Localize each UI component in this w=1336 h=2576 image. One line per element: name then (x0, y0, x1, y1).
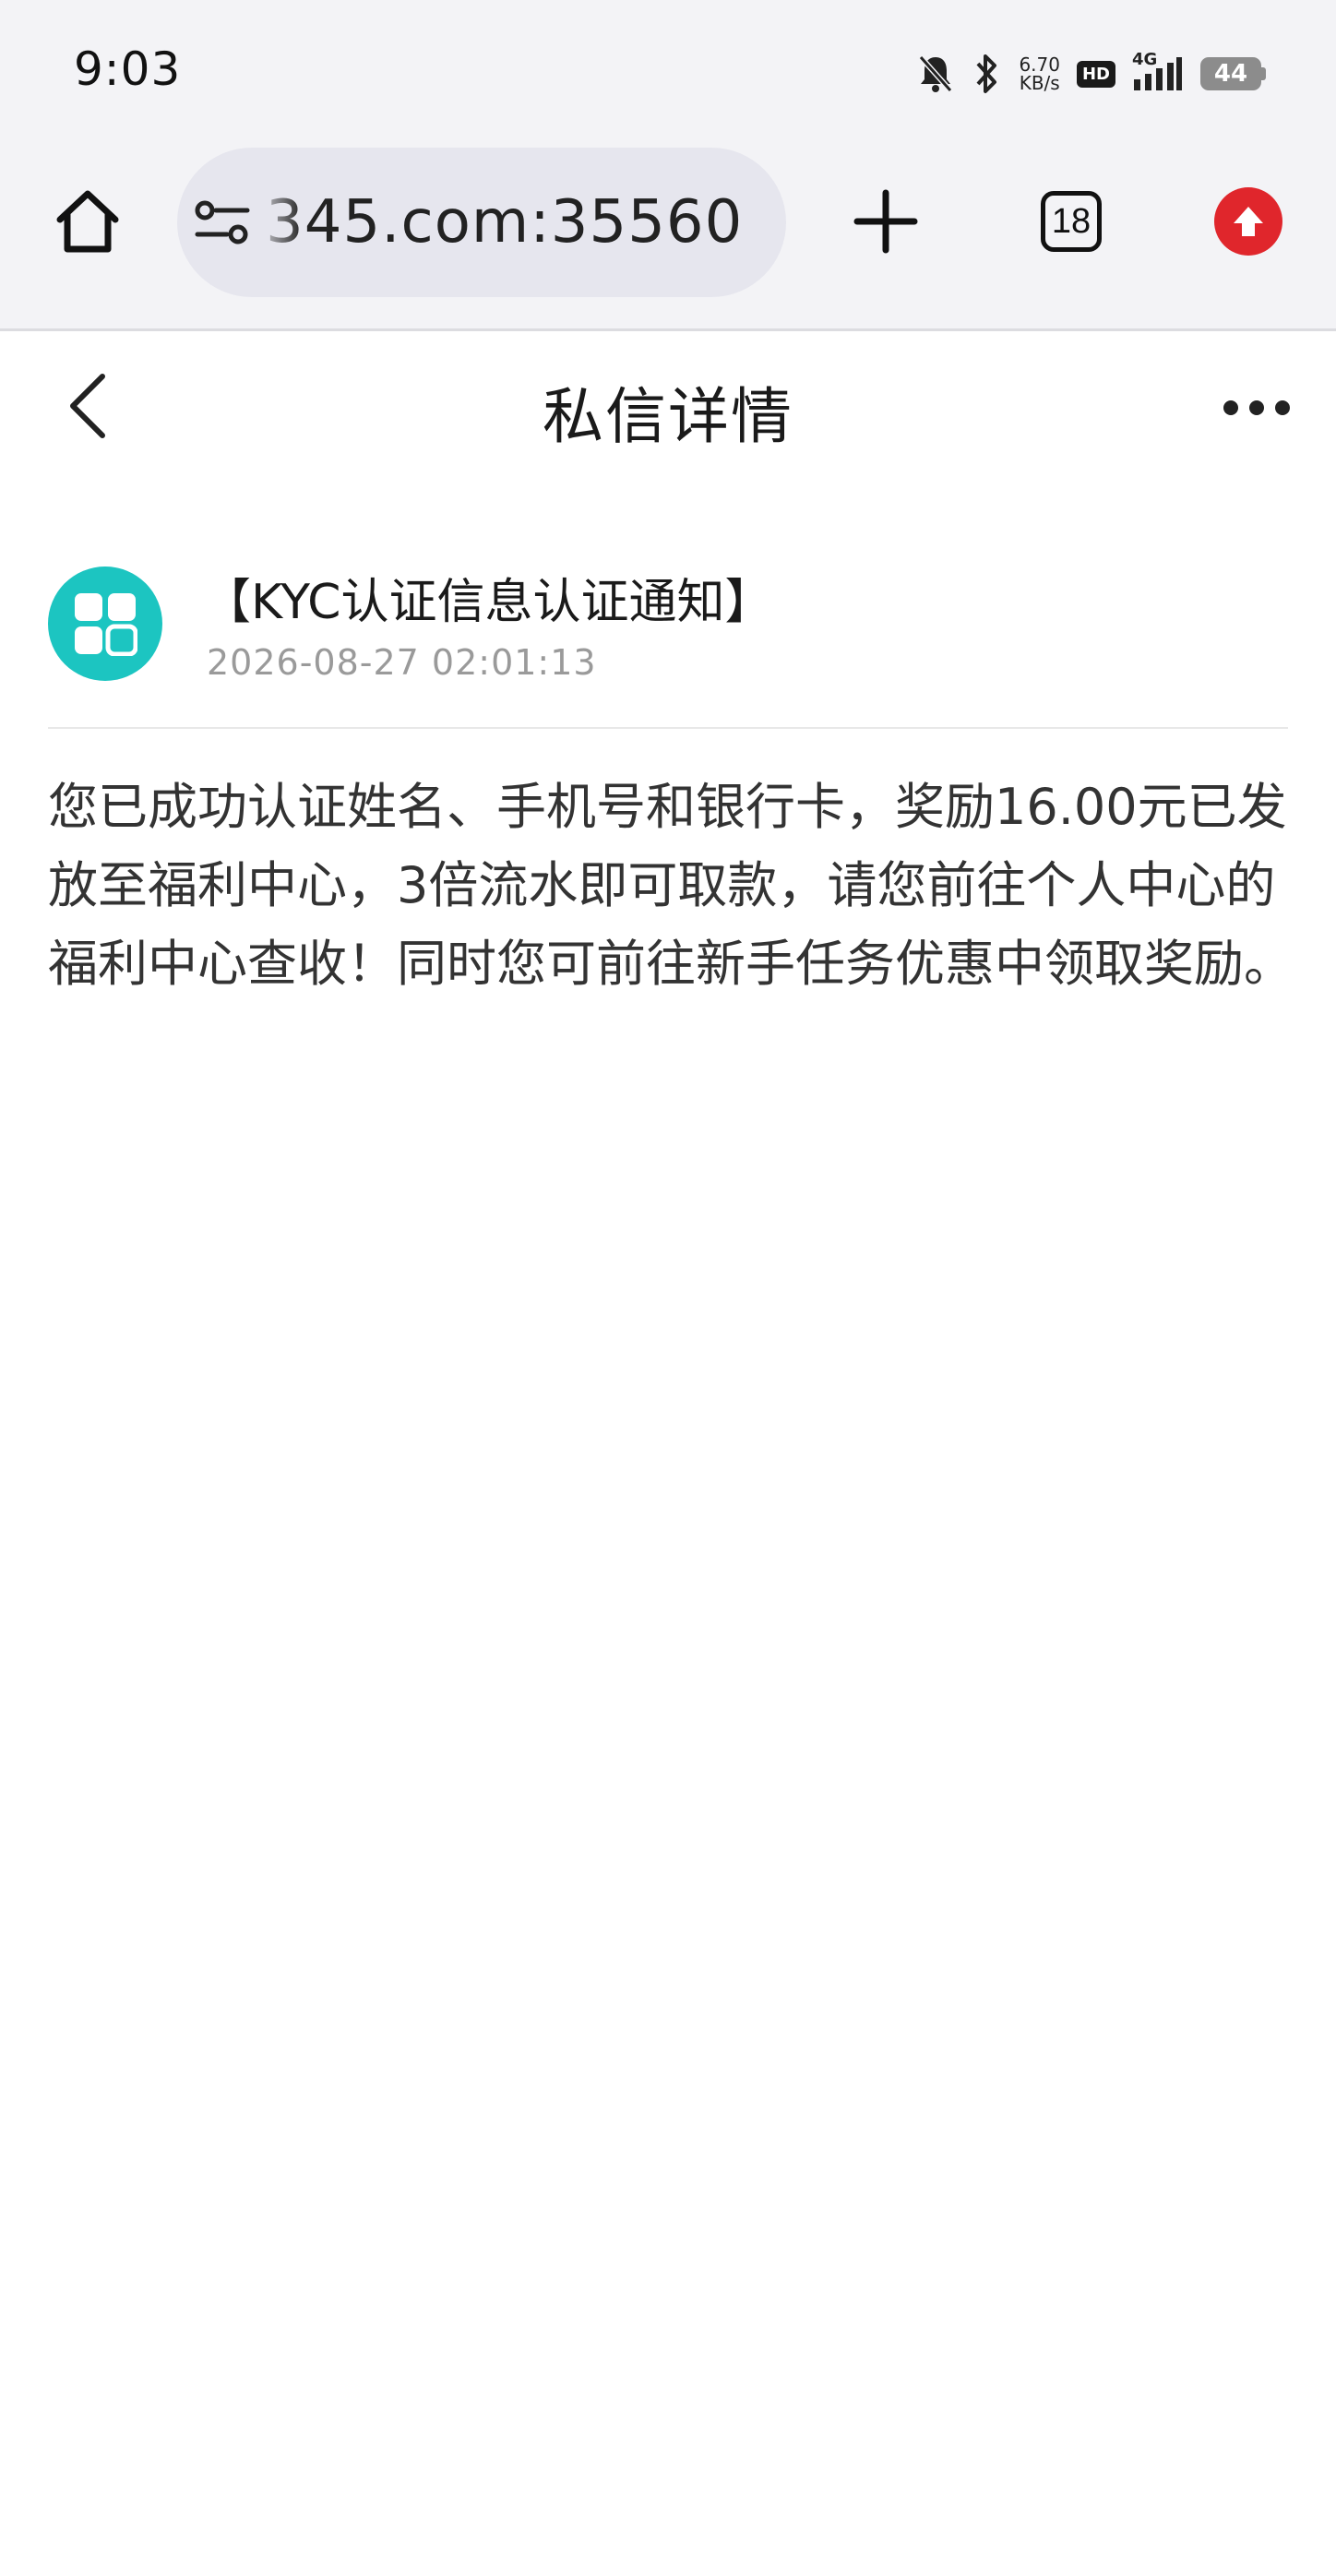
status-time: 9:03 (74, 42, 182, 96)
app-grid-icon (75, 593, 137, 656)
status-bar: 9:03 6.70 KB/s HD 4G 44 (0, 0, 1336, 138)
site-settings-icon[interactable] (177, 148, 266, 297)
page-header: 私信详情 (0, 334, 1336, 482)
mute-icon (917, 54, 954, 94)
tabs-button[interactable]: 18 (1020, 166, 1122, 277)
more-dots-icon (1223, 400, 1290, 415)
message-header: 【KYC认证信息认证通知】 2026-08-27 02:01:13 (48, 563, 1288, 729)
network-type: 4G (1132, 50, 1158, 69)
net-speed-unit: KB/s (1019, 72, 1060, 94)
more-button[interactable] (1211, 371, 1303, 445)
net-speed: 6.70 KB/s (1019, 55, 1060, 92)
new-tab-button[interactable] (835, 166, 936, 277)
hd-badge: HD (1076, 60, 1115, 88)
divider (48, 727, 1288, 729)
battery-icon: 44 (1200, 57, 1266, 90)
bluetooth-icon (971, 53, 1002, 95)
url-text[interactable]: 345.com:35560 (266, 188, 743, 256)
update-button[interactable] (1198, 166, 1299, 277)
tab-count: 18 (1041, 191, 1102, 252)
home-icon (56, 190, 119, 253)
browser-chrome: 9:03 6.70 KB/s HD 4G 44 345.com:35560 18 (0, 0, 1336, 331)
message-timestamp: 2026-08-27 02:01:13 (207, 642, 597, 683)
message-body: 您已成功认证姓名、手机号和银行卡，奖励16.00元已发放至福利中心，3倍流水即可… (48, 778, 1294, 993)
net-speed-value: 6.70 (1019, 54, 1060, 76)
address-bar[interactable]: 345.com:35560 (177, 148, 786, 297)
battery-level: 44 (1200, 57, 1261, 90)
plus-icon (853, 189, 918, 254)
upload-arrow-icon (1214, 187, 1282, 256)
signal-icon: 4G (1132, 50, 1184, 92)
home-button[interactable] (37, 166, 138, 277)
status-icons: 6.70 KB/s HD 4G 44 (917, 48, 1266, 100)
page-title: 私信详情 (543, 381, 793, 452)
avatar (48, 566, 162, 681)
message-title: 【KYC认证信息认证通知】 (203, 575, 773, 630)
browser-toolbar: 345.com:35560 18 (0, 148, 1336, 297)
